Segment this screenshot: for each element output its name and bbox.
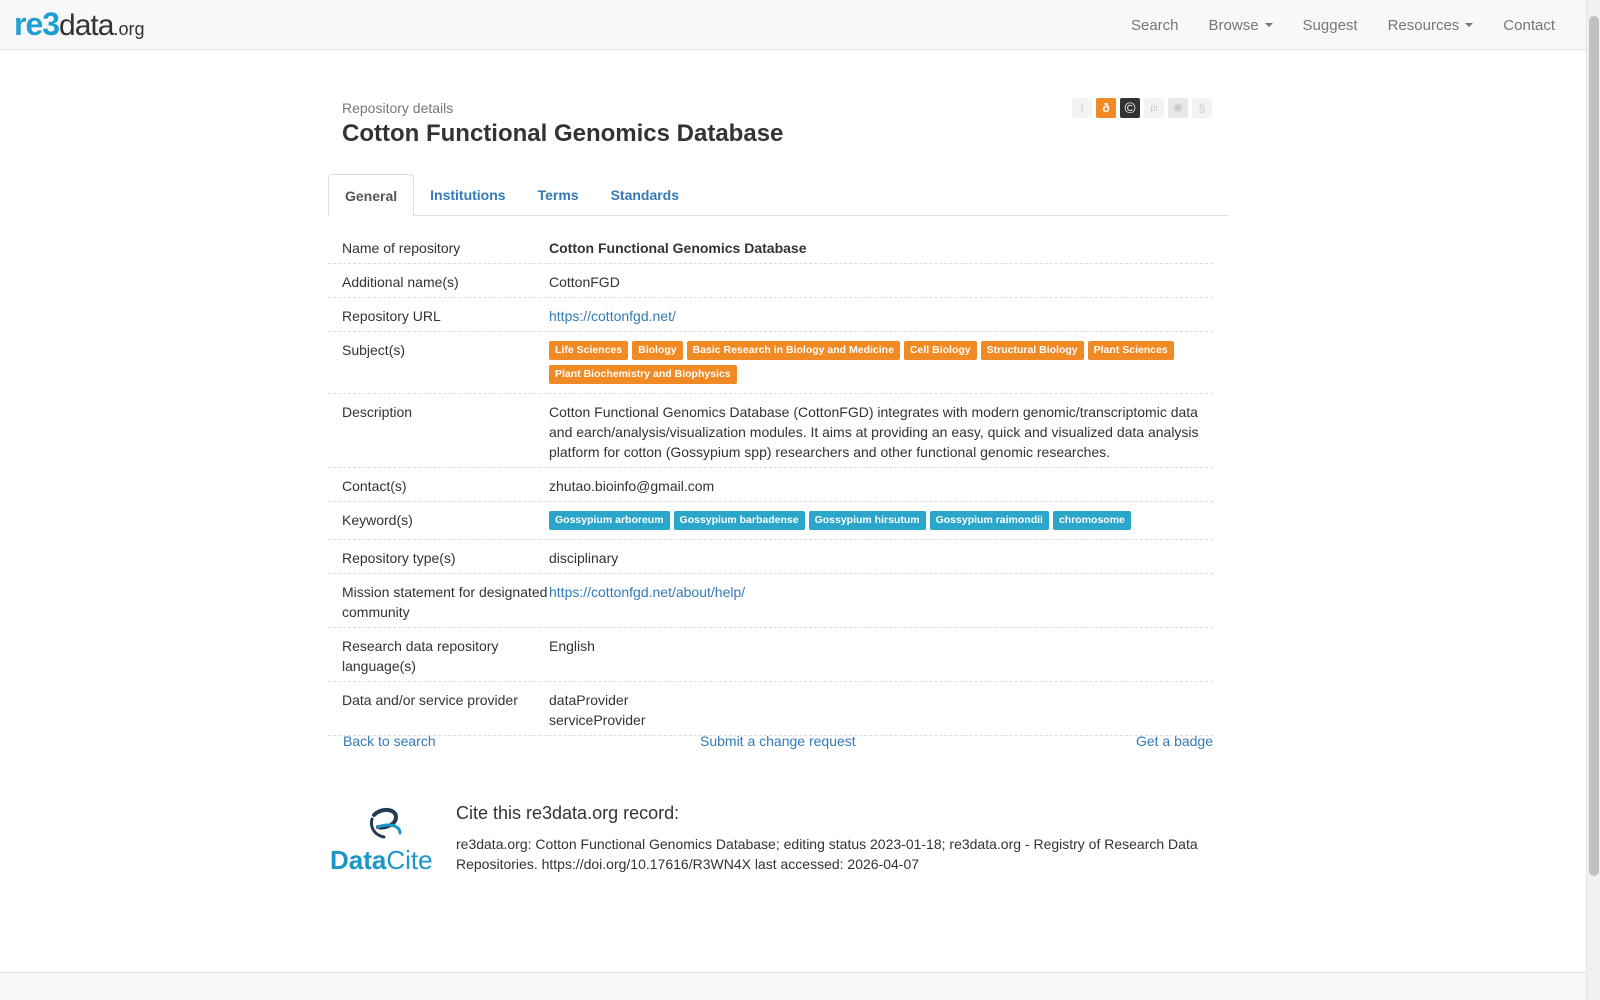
get-badge-link[interactable]: Get a badge (1136, 733, 1213, 749)
keyword-badge[interactable]: Gossypium raimondii (929, 511, 1049, 530)
subject-badge[interactable]: Plant Sciences (1087, 341, 1174, 360)
row-label: Repository type(s) (342, 550, 456, 566)
row-label: Research data repository language(s) (342, 638, 499, 674)
policy-icon[interactable]: § (1192, 98, 1212, 118)
main-nav: Search Browse Suggest Resources Contact (1116, 0, 1570, 50)
row-additional-name: Additional name(s) CottonFGD (328, 264, 1213, 298)
row-label: Data and/or service provider (342, 692, 518, 708)
re3data-logo[interactable]: re3 data .org (14, 6, 144, 42)
logo-re: re3 (14, 6, 60, 42)
datacite-swirl-icon (370, 808, 402, 839)
scrollbar-thumb[interactable] (1589, 16, 1599, 876)
keyword-badge[interactable]: chromosome (1052, 511, 1131, 530)
row-label: Repository URL (342, 308, 441, 324)
row-type: Repository type(s) disciplinary (328, 540, 1213, 574)
vertical-scrollbar[interactable] (1586, 0, 1600, 1000)
footer (0, 972, 1586, 1000)
tab-general[interactable]: General (328, 174, 415, 217)
keyword-badge[interactable]: Gossypium hirsutum (808, 511, 926, 530)
page-title: Cotton Functional Genomics Database (342, 120, 784, 147)
nav-browse[interactable]: Browse (1194, 0, 1288, 50)
back-to-search-link[interactable]: Back to search (343, 733, 436, 749)
caret-down-icon (1465, 23, 1474, 27)
subject-badge[interactable]: Basic Research in Biology and Medicine (686, 341, 900, 360)
provider-values: dataProvider serviceProvider (549, 690, 1213, 730)
row-description: Description Cotton Functional Genomics D… (328, 394, 1213, 468)
action-links: Back to search Submit a change request G… (328, 733, 1213, 753)
cite-title: Cite this re3data.org record: (456, 803, 680, 823)
info-icon[interactable]: i (1072, 98, 1092, 118)
tab-standards[interactable]: Standards (595, 174, 695, 216)
details-table: Name of repository Cotton Functional Gen… (328, 230, 1213, 736)
pid-icon[interactable]: pi (1144, 98, 1164, 118)
nav-search[interactable]: Search (1116, 0, 1194, 50)
row-mission: Mission statement for designated communi… (328, 574, 1213, 628)
row-label: Mission statement for designated communi… (342, 584, 548, 620)
repository-type: disciplinary (549, 550, 619, 566)
tab-institutions[interactable]: Institutions (414, 174, 521, 216)
nav-suggest[interactable]: Suggest (1288, 0, 1373, 50)
tab-bar: General Institutions Terms Standards (328, 174, 1228, 217)
row-label: Name of repository (342, 240, 461, 256)
submit-change-request-link[interactable]: Submit a change request (700, 733, 856, 749)
nav-contact[interactable]: Contact (1488, 0, 1570, 50)
row-name: Name of repository Cotton Functional Gen… (328, 230, 1213, 264)
datacite-wordmark: DataCite (330, 845, 433, 875)
row-url: Repository URL https://cottonfgd.net/ (328, 298, 1213, 332)
description: Cotton Functional Genomics Database (Cot… (549, 404, 1199, 460)
subject-badges: Life Sciences Biology Basic Research in Bi… (549, 340, 1203, 384)
subject-badge[interactable]: Cell Biology (903, 341, 977, 360)
subject-badge[interactable]: Life Sciences (549, 341, 629, 360)
cite-text: re3data.org: Cotton Functional Genomics … (456, 836, 1198, 872)
row-label: Subject(s) (342, 342, 406, 358)
subject-badge[interactable]: Structural Biology (980, 341, 1084, 360)
open-access-icon[interactable]: ð (1096, 98, 1116, 118)
page-subtitle: Repository details (342, 100, 454, 116)
logo-org: .org (113, 19, 145, 39)
row-label: Description (342, 404, 413, 420)
repository-name: Cotton Functional Genomics Database (549, 240, 807, 256)
row-keywords: Keyword(s) Gossypium arboreum Gossypium b… (328, 502, 1213, 540)
language: English (549, 638, 595, 654)
repository-icons: i ð © pi ✺ § (1072, 98, 1212, 118)
row-label: Keyword(s) (342, 512, 413, 528)
keyword-badges: Gossypium arboreum Gossypium barbadense Go… (549, 510, 1203, 530)
row-contact: Contact(s) zhutao.bioinfo@gmail.com (328, 468, 1213, 502)
subject-badge[interactable]: Biology (632, 341, 683, 360)
provider-value: dataProvider (549, 692, 629, 708)
copyright-icon[interactable]: © (1120, 98, 1140, 118)
subject-badge[interactable]: Plant Biochemistry and Biophysics (549, 365, 737, 384)
tab-terms[interactable]: Terms (522, 174, 595, 216)
repository-url-link[interactable]: https://cottonfgd.net/ (549, 308, 676, 324)
row-provider: Data and/or service provider dataProvide… (328, 682, 1213, 736)
row-subjects: Subject(s) Life Sciences Biology Basic Res… (328, 332, 1213, 394)
row-language: Research data repository language(s) Eng… (328, 628, 1213, 682)
provider-value: serviceProvider (549, 712, 646, 728)
row-label: Additional name(s) (342, 274, 459, 290)
navbar: re3 data .org Search Browse Suggest Resour… (0, 0, 1586, 50)
mission-link[interactable]: https://cottonfgd.net/about/help/ (549, 584, 745, 600)
logo-data: data (59, 9, 114, 42)
additional-name: CottonFGD (549, 274, 620, 290)
certificate-icon[interactable]: ✺ (1168, 98, 1188, 118)
nav-resources[interactable]: Resources (1373, 0, 1489, 50)
row-label: Contact(s) (342, 478, 407, 494)
datacite-logo[interactable]: DataCite (330, 805, 435, 875)
caret-down-icon (1264, 23, 1273, 27)
keyword-badge[interactable]: Gossypium arboreum (549, 511, 670, 530)
keyword-badge[interactable]: Gossypium barbadense (673, 511, 805, 530)
contact-email: zhutao.bioinfo@gmail.com (549, 478, 715, 494)
